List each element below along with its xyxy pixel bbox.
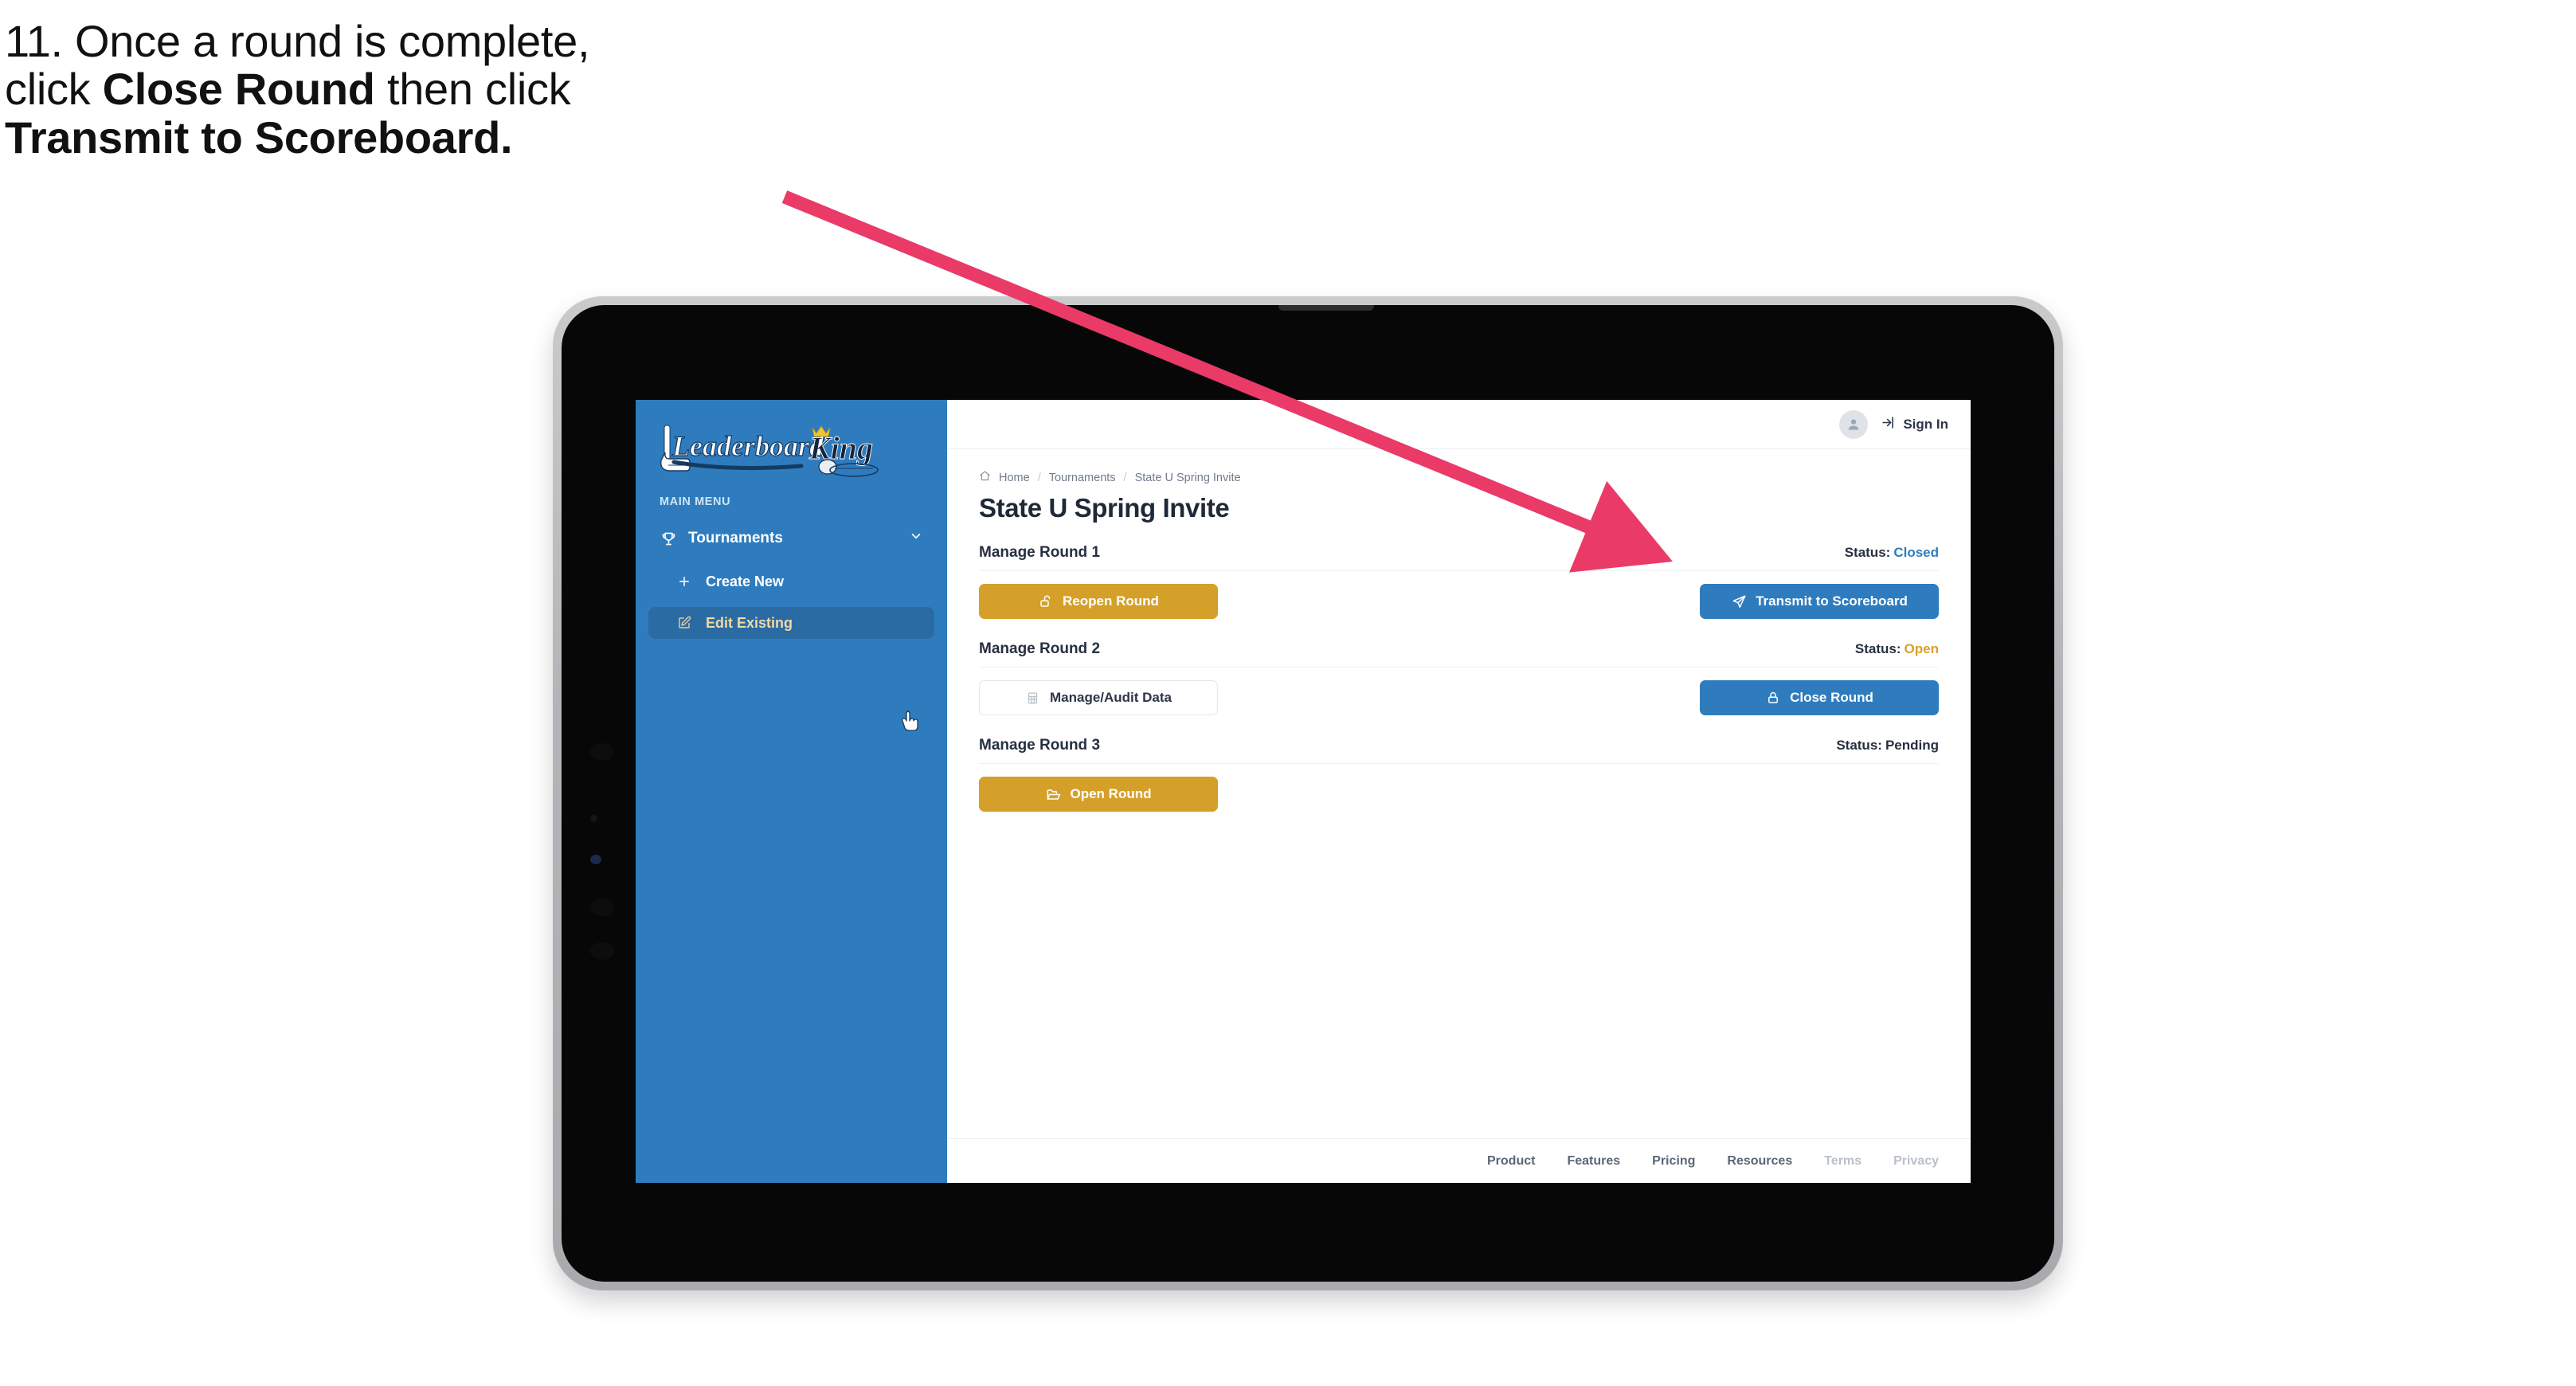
transmit-to-scoreboard-button[interactable]: Transmit to Scoreboard	[1700, 584, 1939, 619]
instruction-bold-transmit: Transmit to Scoreboard.	[5, 112, 513, 162]
instruction-caption: 11. Once a round is complete, click Clos…	[5, 16, 865, 162]
round-title: Manage Round 2	[979, 640, 1101, 657]
top-bar: Sign In	[947, 400, 1971, 449]
round-section-2: Manage Round 2 Status: Open Manage/Audit…	[979, 640, 1939, 716]
plus-icon	[675, 573, 693, 590]
instruction-line-2-suffix: then click	[374, 64, 571, 115]
user-avatar-icon	[1849, 419, 1859, 430]
round-header: Manage Round 3 Status: Pending	[979, 737, 1939, 764]
chevron-down-icon[interactable]	[909, 529, 923, 548]
open-round-label: Open Round	[1070, 786, 1152, 801]
home-icon[interactable]	[979, 470, 991, 485]
brand-logo[interactable]: Leaderboard King	[636, 400, 947, 486]
tablet-button-icon	[590, 743, 614, 761]
manage-audit-data-button[interactable]: Manage/Audit Data	[979, 680, 1218, 715]
footer-link-privacy[interactable]: Privacy	[1893, 1154, 1939, 1169]
breadcrumb-item-current: State U Spring Invite	[1134, 471, 1241, 484]
tablet-device-frame: Leaderboard King MAIN MENU Tournaments C…	[553, 296, 2063, 1290]
round-header: Manage Round 2 Status: Open	[979, 640, 1939, 668]
app-screen: Leaderboard King MAIN MENU Tournaments C…	[636, 400, 1971, 1183]
lock-icon	[1765, 690, 1781, 706]
mouse-cursor-pointer-icon	[901, 710, 922, 734]
status-label: Status:	[1844, 545, 1891, 560]
status-label: Status:	[1836, 738, 1882, 753]
round-section-1: Manage Round 1 Status: Closed Reopen Rou…	[979, 544, 1939, 620]
breadcrumb-item-tournaments[interactable]: Tournaments	[1049, 472, 1116, 484]
sidebar: Leaderboard King MAIN MENU Tournaments C…	[636, 400, 947, 1183]
instruction-line-2: click Close Round then click	[5, 65, 865, 113]
pencil-edit-icon	[675, 614, 693, 632]
footer-link-pricing[interactable]: Pricing	[1652, 1154, 1695, 1169]
leaderboard-king-logo: Leaderboard King	[653, 421, 892, 480]
instruction-line-1: 11. Once a round is complete,	[5, 16, 590, 66]
round-section-3: Manage Round 3 Status: Pending Open Roun…	[979, 737, 1939, 812]
screenshot-stage: 11. Once a round is complete, click Clos…	[0, 0, 2576, 1386]
status-badge: Status: Open	[1855, 641, 1939, 657]
breadcrumb-separator: /	[1123, 471, 1127, 484]
sign-in-button[interactable]: Sign In	[1881, 415, 1948, 434]
reopen-round-label: Reopen Round	[1063, 593, 1159, 609]
page-title: State U Spring Invite	[979, 493, 1230, 523]
golf-club-and-ball-icon: Leaderboard King	[660, 425, 879, 477]
round-actions: Open Round	[979, 776, 1939, 812]
status-value: Closed	[1893, 545, 1939, 560]
tablet-speaker-notch	[1278, 305, 1374, 311]
breadcrumb-separator: /	[1037, 471, 1041, 484]
tablet-sensor-icon	[590, 815, 597, 822]
status-label: Status:	[1854, 641, 1901, 656]
breadcrumb: Home / Tournaments / State U Spring Invi…	[979, 470, 1939, 485]
avatar[interactable]	[1839, 409, 1869, 439]
instruction-bold-close-round: Close Round	[102, 64, 375, 115]
round-title: Manage Round 3	[979, 737, 1101, 754]
status-badge: Status: Closed	[1845, 545, 1939, 561]
tablet-bezel: Leaderboard King MAIN MENU Tournaments C…	[562, 305, 2054, 1282]
tablet-button-icon	[590, 942, 614, 960]
status-badge: Status: Pending	[1836, 738, 1939, 754]
main-panel: Sign In Home / Tournaments / State U Spr…	[947, 400, 1971, 1183]
close-round-button[interactable]: Close Round	[1700, 680, 1939, 715]
manage-audit-data-label: Manage/Audit Data	[1049, 690, 1173, 705]
sidebar-item-edit-existing-label: Edit Existing	[706, 614, 793, 631]
round-title: Manage Round 1	[979, 544, 1101, 561]
reopen-round-button[interactable]: Reopen Round	[979, 584, 1218, 619]
sign-in-label: Sign In	[1903, 416, 1948, 432]
unlock-icon	[1038, 593, 1054, 609]
footer-link-features[interactable]: Features	[1567, 1154, 1620, 1169]
breadcrumb-item-home[interactable]: Home	[999, 472, 1030, 484]
svg-text:King: King	[808, 430, 873, 466]
trophy-icon	[660, 530, 677, 547]
tablet-led-icon	[590, 855, 601, 864]
tablet-button-icon	[590, 899, 614, 916]
footer-link-product[interactable]: Product	[1487, 1154, 1535, 1169]
sidebar-section-label: MAIN MENU	[660, 495, 731, 508]
footer-link-resources[interactable]: Resources	[1727, 1154, 1792, 1169]
app-footer: Product Features Pricing Resources Terms…	[947, 1138, 1971, 1183]
sidebar-item-tournaments-label: Tournaments	[688, 530, 783, 546]
sidebar-item-edit-existing[interactable]: Edit Existing	[648, 607, 934, 639]
paper-plane-send-icon	[1731, 593, 1747, 609]
table-grid-icon	[1025, 690, 1041, 706]
status-value: Open	[1904, 641, 1939, 656]
sidebar-item-create-new[interactable]: Create New	[648, 566, 934, 597]
round-header: Manage Round 1 Status: Closed	[979, 544, 1939, 571]
instruction-line-3: Transmit to Scoreboard.	[5, 112, 865, 162]
open-folder-icon	[1046, 786, 1062, 802]
instruction-line-2-prefix: click	[5, 64, 103, 115]
page-content: Home / Tournaments / State U Spring Invi…	[947, 449, 1971, 1138]
footer-link-terms[interactable]: Terms	[1824, 1154, 1862, 1169]
round-actions: Manage/Audit Data Close Round	[979, 679, 1939, 716]
round-actions: Reopen Round Transmit to Scoreboard	[979, 583, 1939, 620]
login-arrow-icon	[1881, 415, 1896, 434]
close-round-label: Close Round	[1790, 690, 1873, 705]
status-value: Pending	[1885, 738, 1939, 753]
svg-text:Leaderboard: Leaderboard	[671, 430, 824, 462]
sidebar-item-tournaments[interactable]: Tournaments	[648, 521, 934, 556]
transmit-to-scoreboard-label: Transmit to Scoreboard	[1756, 593, 1908, 609]
open-round-button[interactable]: Open Round	[979, 777, 1218, 812]
sidebar-item-create-new-label: Create New	[706, 573, 785, 589]
